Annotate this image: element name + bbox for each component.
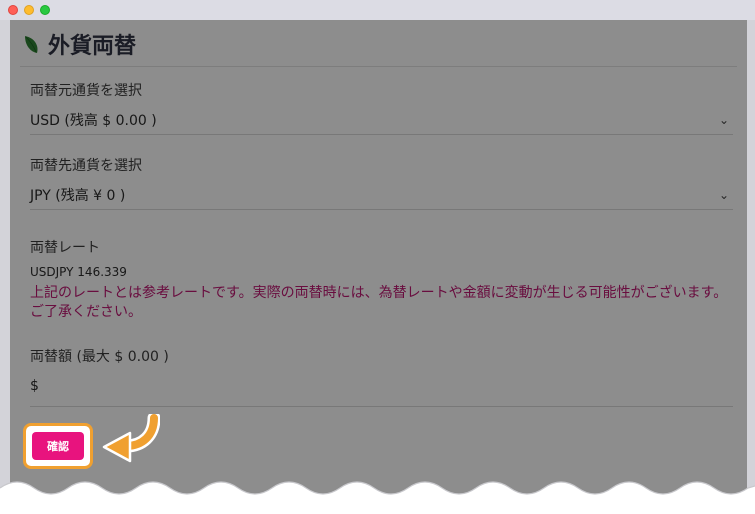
arrow-left-icon — [102, 414, 160, 463]
exchange-rate-label: 両替レート — [30, 240, 100, 256]
to-currency-select[interactable]: JPY (残高 ¥ 0 ) ⌄ — [30, 181, 733, 210]
from-currency-value: USD (残高 $ 0.00 ) — [30, 113, 157, 129]
page-title: 外貨両替 — [48, 34, 137, 59]
page-header: 外貨両替 — [22, 28, 136, 60]
close-window-button[interactable] — [8, 5, 18, 15]
amount-label: 両替額 (最大 $ 0.00 ) — [30, 349, 169, 365]
title-bar — [0, 0, 755, 20]
to-currency-value: JPY (残高 ¥ 0 ) — [30, 188, 126, 204]
rate-disclaimer: 上記のレートとは参考レートです。実際の両替時には、為替レートや金額に変動が生じる… — [30, 285, 728, 320]
currency-prefix: $ — [30, 378, 39, 394]
maximize-window-button[interactable] — [40, 5, 50, 15]
chevron-down-icon: ⌄ — [718, 188, 729, 202]
leaf-icon — [25, 36, 38, 53]
from-currency-label: 両替元通貨を選択 — [30, 83, 142, 99]
amount-input[interactable] — [48, 372, 732, 402]
confirm-button[interactable]: 確認 — [32, 432, 84, 460]
amount-underline — [30, 406, 733, 407]
minimize-window-button[interactable] — [24, 5, 34, 15]
to-currency-label: 両替先通貨を選択 — [30, 158, 142, 174]
torn-edge — [0, 481, 755, 514]
header-divider — [20, 66, 737, 67]
exchange-rate-value: USDJPY 146.339 — [30, 265, 127, 279]
app-window: 外貨両替 両替元通貨を選択 USD (残高 $ 0.00 ) ⌄ 両替先通貨を選… — [0, 0, 755, 514]
from-currency-select[interactable]: USD (残高 $ 0.00 ) ⌄ — [30, 106, 733, 135]
chevron-down-icon: ⌄ — [718, 113, 729, 127]
